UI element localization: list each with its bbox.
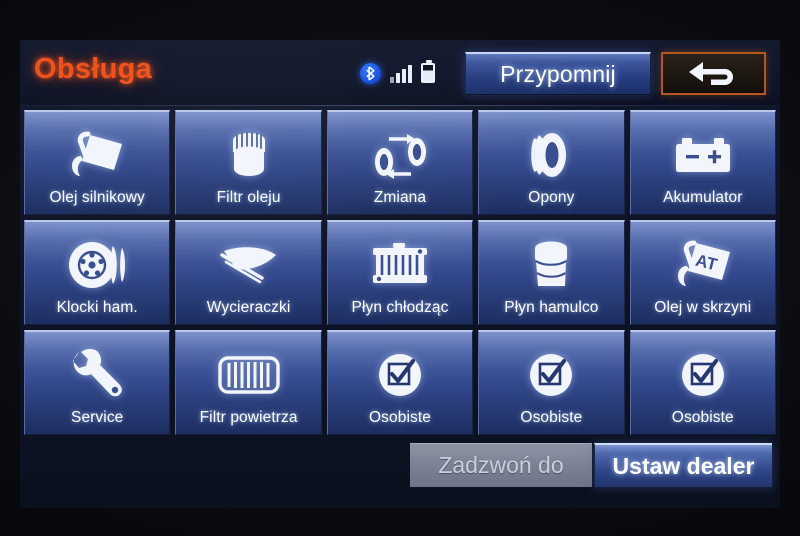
tile-label: Klocki ham.: [56, 299, 138, 316]
tile-zmiana[interactable]: Zmiana: [326, 110, 474, 215]
radiator-icon: [328, 230, 472, 299]
bluetooth-icon: [360, 62, 381, 84]
back-arrow-icon: [688, 61, 733, 85]
oil-can-icon: [25, 120, 169, 189]
tile-label: Akumulator: [663, 189, 743, 206]
tile-label: Service: [71, 409, 124, 426]
signal-bars-icon: [390, 64, 412, 83]
tile-opony[interactable]: Opony: [478, 110, 625, 215]
page-title: Obsługa: [34, 53, 153, 85]
tile-label: Osobiste: [671, 409, 734, 426]
tile-label: Wycieraczki: [206, 299, 291, 316]
remind-button[interactable]: Przypomnij: [465, 52, 651, 95]
tile-label: Osobiste: [520, 409, 583, 426]
tile-label: Opony: [528, 189, 575, 206]
tire-rotation-icon: [328, 120, 472, 189]
tile-akumulator[interactable]: Akumulator: [629, 110, 776, 215]
tile-plyn-hamulcowy[interactable]: Płyn hamulco: [478, 220, 625, 325]
tile-service[interactable]: Service: [24, 330, 171, 435]
tile-osobiste-1[interactable]: Osobiste: [326, 330, 474, 435]
brake-fluid-icon: [479, 230, 623, 299]
tile-olej-w-skrzyni[interactable]: AT Olej w skrzyni: [629, 220, 776, 325]
brake-pads-icon: [25, 230, 169, 299]
set-dealer-button[interactable]: Ustaw dealer: [594, 443, 772, 487]
tile-osobiste-3[interactable]: Osobiste: [629, 330, 776, 435]
checkbox-circle-icon: [631, 340, 775, 409]
tile-label: Płyn chłodząc: [351, 299, 449, 316]
tile-label: Olej silnikowy: [49, 189, 145, 206]
wiper-blade-icon: [176, 230, 320, 299]
tile-klocki-ham[interactable]: Klocki ham.: [24, 220, 171, 325]
tile-filtr-oleju[interactable]: Filtr oleju: [175, 110, 322, 215]
tile-label: Filtr oleju: [216, 189, 281, 206]
air-filter-icon: [176, 340, 320, 409]
tile-olej-silnikowy[interactable]: Olej silnikowy: [24, 110, 171, 215]
battery-icon: [421, 60, 435, 83]
tile-label: Olej w skrzyni: [654, 299, 752, 316]
tile-label: Filtr powietrza: [199, 409, 298, 426]
tile-label: Płyn hamulco: [504, 299, 599, 316]
tile-filtr-powietrza[interactable]: Filtr powietrza: [175, 330, 322, 435]
tire-icon: [479, 120, 623, 189]
tile-osobiste-2[interactable]: Osobiste: [478, 330, 625, 435]
checkbox-circle-icon: [479, 340, 623, 409]
tile-plyn-chlodzacy[interactable]: Płyn chłodząc: [326, 220, 474, 325]
oil-filter-icon: [176, 120, 320, 189]
tile-label: Osobiste: [369, 409, 431, 426]
transmission-oil-at-icon: AT: [631, 230, 775, 299]
set-dealer-label: Ustaw dealer: [612, 452, 755, 479]
call-dealer-label: Zadzwoń do: [438, 452, 564, 478]
call-dealer-button: Zadzwoń do: [410, 443, 592, 487]
status-indicators: [360, 58, 435, 88]
remind-button-label: Przypomnij: [500, 60, 616, 87]
screen-footer: Zadzwoń do Ustaw dealer: [20, 435, 780, 508]
back-button[interactable]: [661, 52, 766, 95]
checkbox-circle-icon: [328, 340, 472, 409]
screen-header: Obsługa Przypomnij: [20, 40, 780, 106]
tile-label: Zmiana: [373, 189, 427, 206]
battery-terminal-icon: [631, 120, 775, 189]
tile-wycieraczki[interactable]: Wycieraczki: [175, 220, 322, 325]
maintenance-tile-grid: Olej silnikowy Filtr oleju Zmiana Opony …: [24, 110, 776, 435]
infotainment-screen: Obsługa Przypomnij Olej silnikowy Filtr …: [20, 40, 780, 508]
wrench-icon: [25, 340, 169, 409]
